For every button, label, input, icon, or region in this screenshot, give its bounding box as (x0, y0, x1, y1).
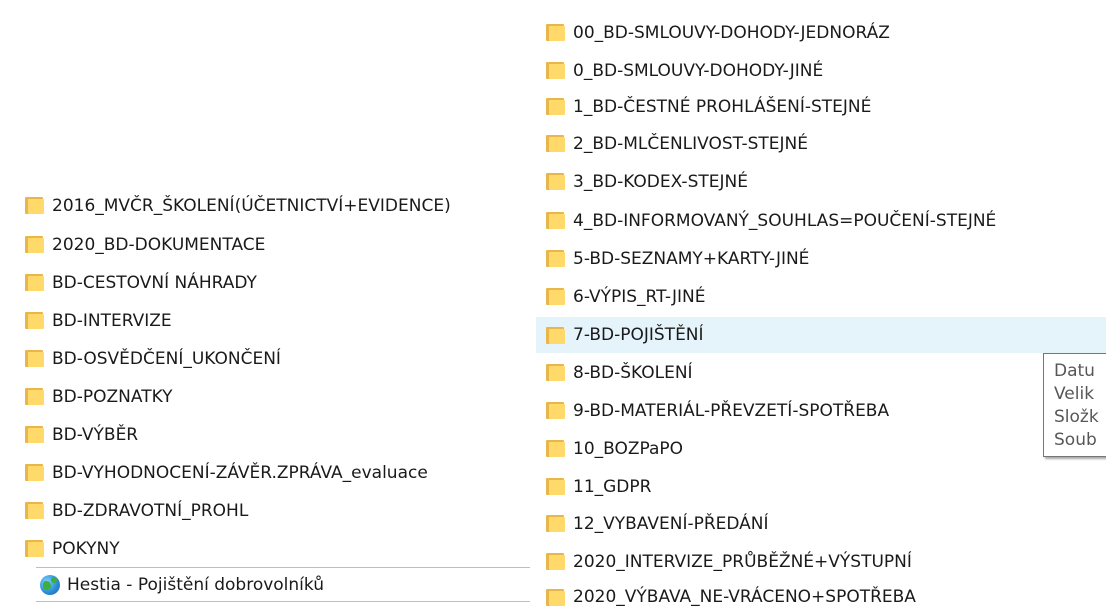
folder-name: 12_VYBAVENÍ-PŘEDÁNÍ (573, 513, 769, 534)
folder-name: 2_BD-MLČENLIVOST-STEJNÉ (573, 133, 809, 154)
list-item[interactable]: 1_BD-ČESTNÉ PROHLÁŠENÍ-STEJNÉ (545, 91, 1105, 122)
list-item[interactable]: 00_BD-SMLOUVY-DOHODY-JEDNORÁZ (545, 17, 1105, 48)
list-item[interactable]: BD-INTERVIZE (24, 305, 524, 336)
folder-name: BD-OSVĚDČENÍ_UKONČENÍ (52, 348, 281, 369)
folder-icon (545, 514, 566, 533)
folder-icon (24, 425, 45, 444)
list-item[interactable]: BD-VÝBĚR (24, 419, 524, 450)
list-item[interactable]: 3_BD-KODEX-STEJNÉ (545, 166, 1105, 197)
list-item[interactable]: BD-OSVĚDČENÍ_UKONČENÍ (24, 343, 524, 374)
folder-name: BD-INTERVIZE (52, 310, 172, 331)
folder-name: 2020_INTERVIZE_PRŮBĚŽNÉ+VÝSTUPNÍ (573, 551, 912, 572)
list-item[interactable]: 8-BD-ŠKOLENÍ (545, 357, 1035, 388)
folder-icon (24, 196, 45, 215)
list-item[interactable]: 9-BD-MATERIÁL-PŘEVZETÍ-SPOTŘEBA (545, 395, 1035, 426)
folder-name: BD-VYHODNOCENÍ-ZÁVĚR.ZPRÁVA_evaluace (52, 462, 428, 483)
list-item[interactable]: BD-VYHODNOCENÍ-ZÁVĚR.ZPRÁVA_evaluace (24, 457, 524, 488)
folder-name: 2020_BD-DOKUMENTACE (52, 234, 266, 255)
folder-name: BD-CESTOVNÍ NÁHRADY (52, 272, 257, 293)
folder-icon (545, 23, 566, 42)
list-item[interactable]: 4_BD-INFORMOVANÝ_SOUHLAS=POUČENÍ-STEJNÉ (545, 205, 1105, 236)
list-item[interactable]: 6-VÝPIS_RT-JINÉ (545, 281, 1105, 312)
folder-icon (545, 249, 566, 268)
folder-name: 11_GDPR (573, 476, 652, 497)
folder-icon (24, 235, 45, 254)
folder-icon (545, 134, 566, 153)
folder-icon (545, 363, 566, 382)
folder-name: 1_BD-ČESTNÉ PROHLÁŠENÍ-STEJNÉ (573, 96, 872, 117)
folder-name: 00_BD-SMLOUVY-DOHODY-JEDNORÁZ (573, 22, 890, 43)
folder-name: POKYNY (52, 538, 120, 559)
list-item[interactable]: 5-BD-SEZNAMY+KARTY-JINÉ (545, 243, 1105, 274)
folder-name: BD-VÝBĚR (52, 424, 139, 445)
folder-name: BD-POZNATKY (52, 386, 173, 407)
folder-icon (24, 539, 45, 558)
folder-icon (24, 273, 45, 292)
list-item[interactable]: BD-POZNATKY (24, 381, 524, 412)
folder-name: BD-ZDRAVOTNÍ_PROHL (52, 500, 249, 521)
globe-icon (40, 574, 60, 595)
list-item[interactable]: 2020_BD-DOKUMENTACE (24, 229, 524, 260)
list-item[interactable]: 12_VYBAVENÍ-PŘEDÁNÍ (545, 508, 1105, 539)
folder-name: 10_BOZPaPO (573, 438, 684, 459)
list-item[interactable]: 10_BOZPaPO (545, 433, 1035, 464)
folder-name: 9-BD-MATERIÁL-PŘEVZETÍ-SPOTŘEBA (573, 400, 890, 421)
folder-icon (545, 172, 566, 191)
tooltip-line-files: Soub (1054, 430, 1097, 450)
folder-name: 2020_VÝBAVA_NE-VRÁCENO+SPOTŘEBA (573, 587, 916, 607)
list-item[interactable]: 2016_MVČR_ŠKOLENÍ(ÚČETNICTVÍ+EVIDENCE) (24, 190, 524, 221)
folder-name: 6-VÝPIS_RT-JINÉ (573, 286, 706, 307)
folder-info-tooltip: Datu Velik Složk Soub (1043, 353, 1106, 457)
folder-icon (24, 463, 45, 482)
folder-icon (24, 311, 45, 330)
list-item[interactable]: 0_BD-SMLOUVY-DOHODY-JINÉ (545, 55, 1105, 86)
folder-name: 4_BD-INFORMOVANÝ_SOUHLAS=POUČENÍ-STEJNÉ (573, 210, 997, 231)
list-item[interactable]: BD-CESTOVNÍ NÁHRADY (24, 267, 524, 298)
list-item-hovered[interactable]: 7-BD-POJIŠTĚNÍ (536, 317, 1106, 353)
tooltip-line-size: Velik (1054, 384, 1095, 404)
folder-icon (24, 387, 45, 406)
folder-name: 2016_MVČR_ŠKOLENÍ(ÚČETNICTVÍ+EVIDENCE) (52, 195, 451, 216)
folder-name: 7-BD-POJIŠTĚNÍ (573, 325, 704, 345)
shortcut-item[interactable]: Hestia - Pojištění dobrovolníků (36, 567, 530, 602)
list-item[interactable]: 2020_VÝBAVA_NE-VRÁCENO+SPOTŘEBA (545, 584, 1105, 610)
folder-icon (545, 61, 566, 80)
list-item[interactable]: BD-ZDRAVOTNÍ_PROHL (24, 495, 524, 526)
folder-name: 5-BD-SEZNAMY+KARTY-JINÉ (573, 248, 810, 269)
tooltip-line-date: Datu (1054, 361, 1095, 381)
tooltip-line-folders: Složk (1054, 407, 1099, 427)
folder-icon (545, 326, 566, 345)
folder-icon (545, 588, 566, 607)
shortcut-name: Hestia - Pojištění dobrovolníků (67, 574, 325, 595)
folder-name: 0_BD-SMLOUVY-DOHODY-JINÉ (573, 60, 824, 81)
list-item[interactable]: POKYNY (24, 533, 524, 564)
folder-icon (545, 401, 566, 420)
list-item[interactable]: 2_BD-MLČENLIVOST-STEJNÉ (545, 128, 1105, 159)
folder-icon (24, 501, 45, 520)
folder-name: 8-BD-ŠKOLENÍ (573, 362, 693, 383)
folder-icon (545, 477, 566, 496)
folder-icon (24, 349, 45, 368)
folder-name: 3_BD-KODEX-STEJNÉ (573, 171, 748, 192)
folder-icon (545, 552, 566, 571)
folder-icon (545, 439, 566, 458)
folder-icon (545, 287, 566, 306)
list-item[interactable]: 2020_INTERVIZE_PRŮBĚŽNÉ+VÝSTUPNÍ (545, 546, 1105, 577)
folder-icon (545, 97, 566, 116)
list-item[interactable]: 11_GDPR (545, 471, 1105, 502)
folder-icon (545, 211, 566, 230)
